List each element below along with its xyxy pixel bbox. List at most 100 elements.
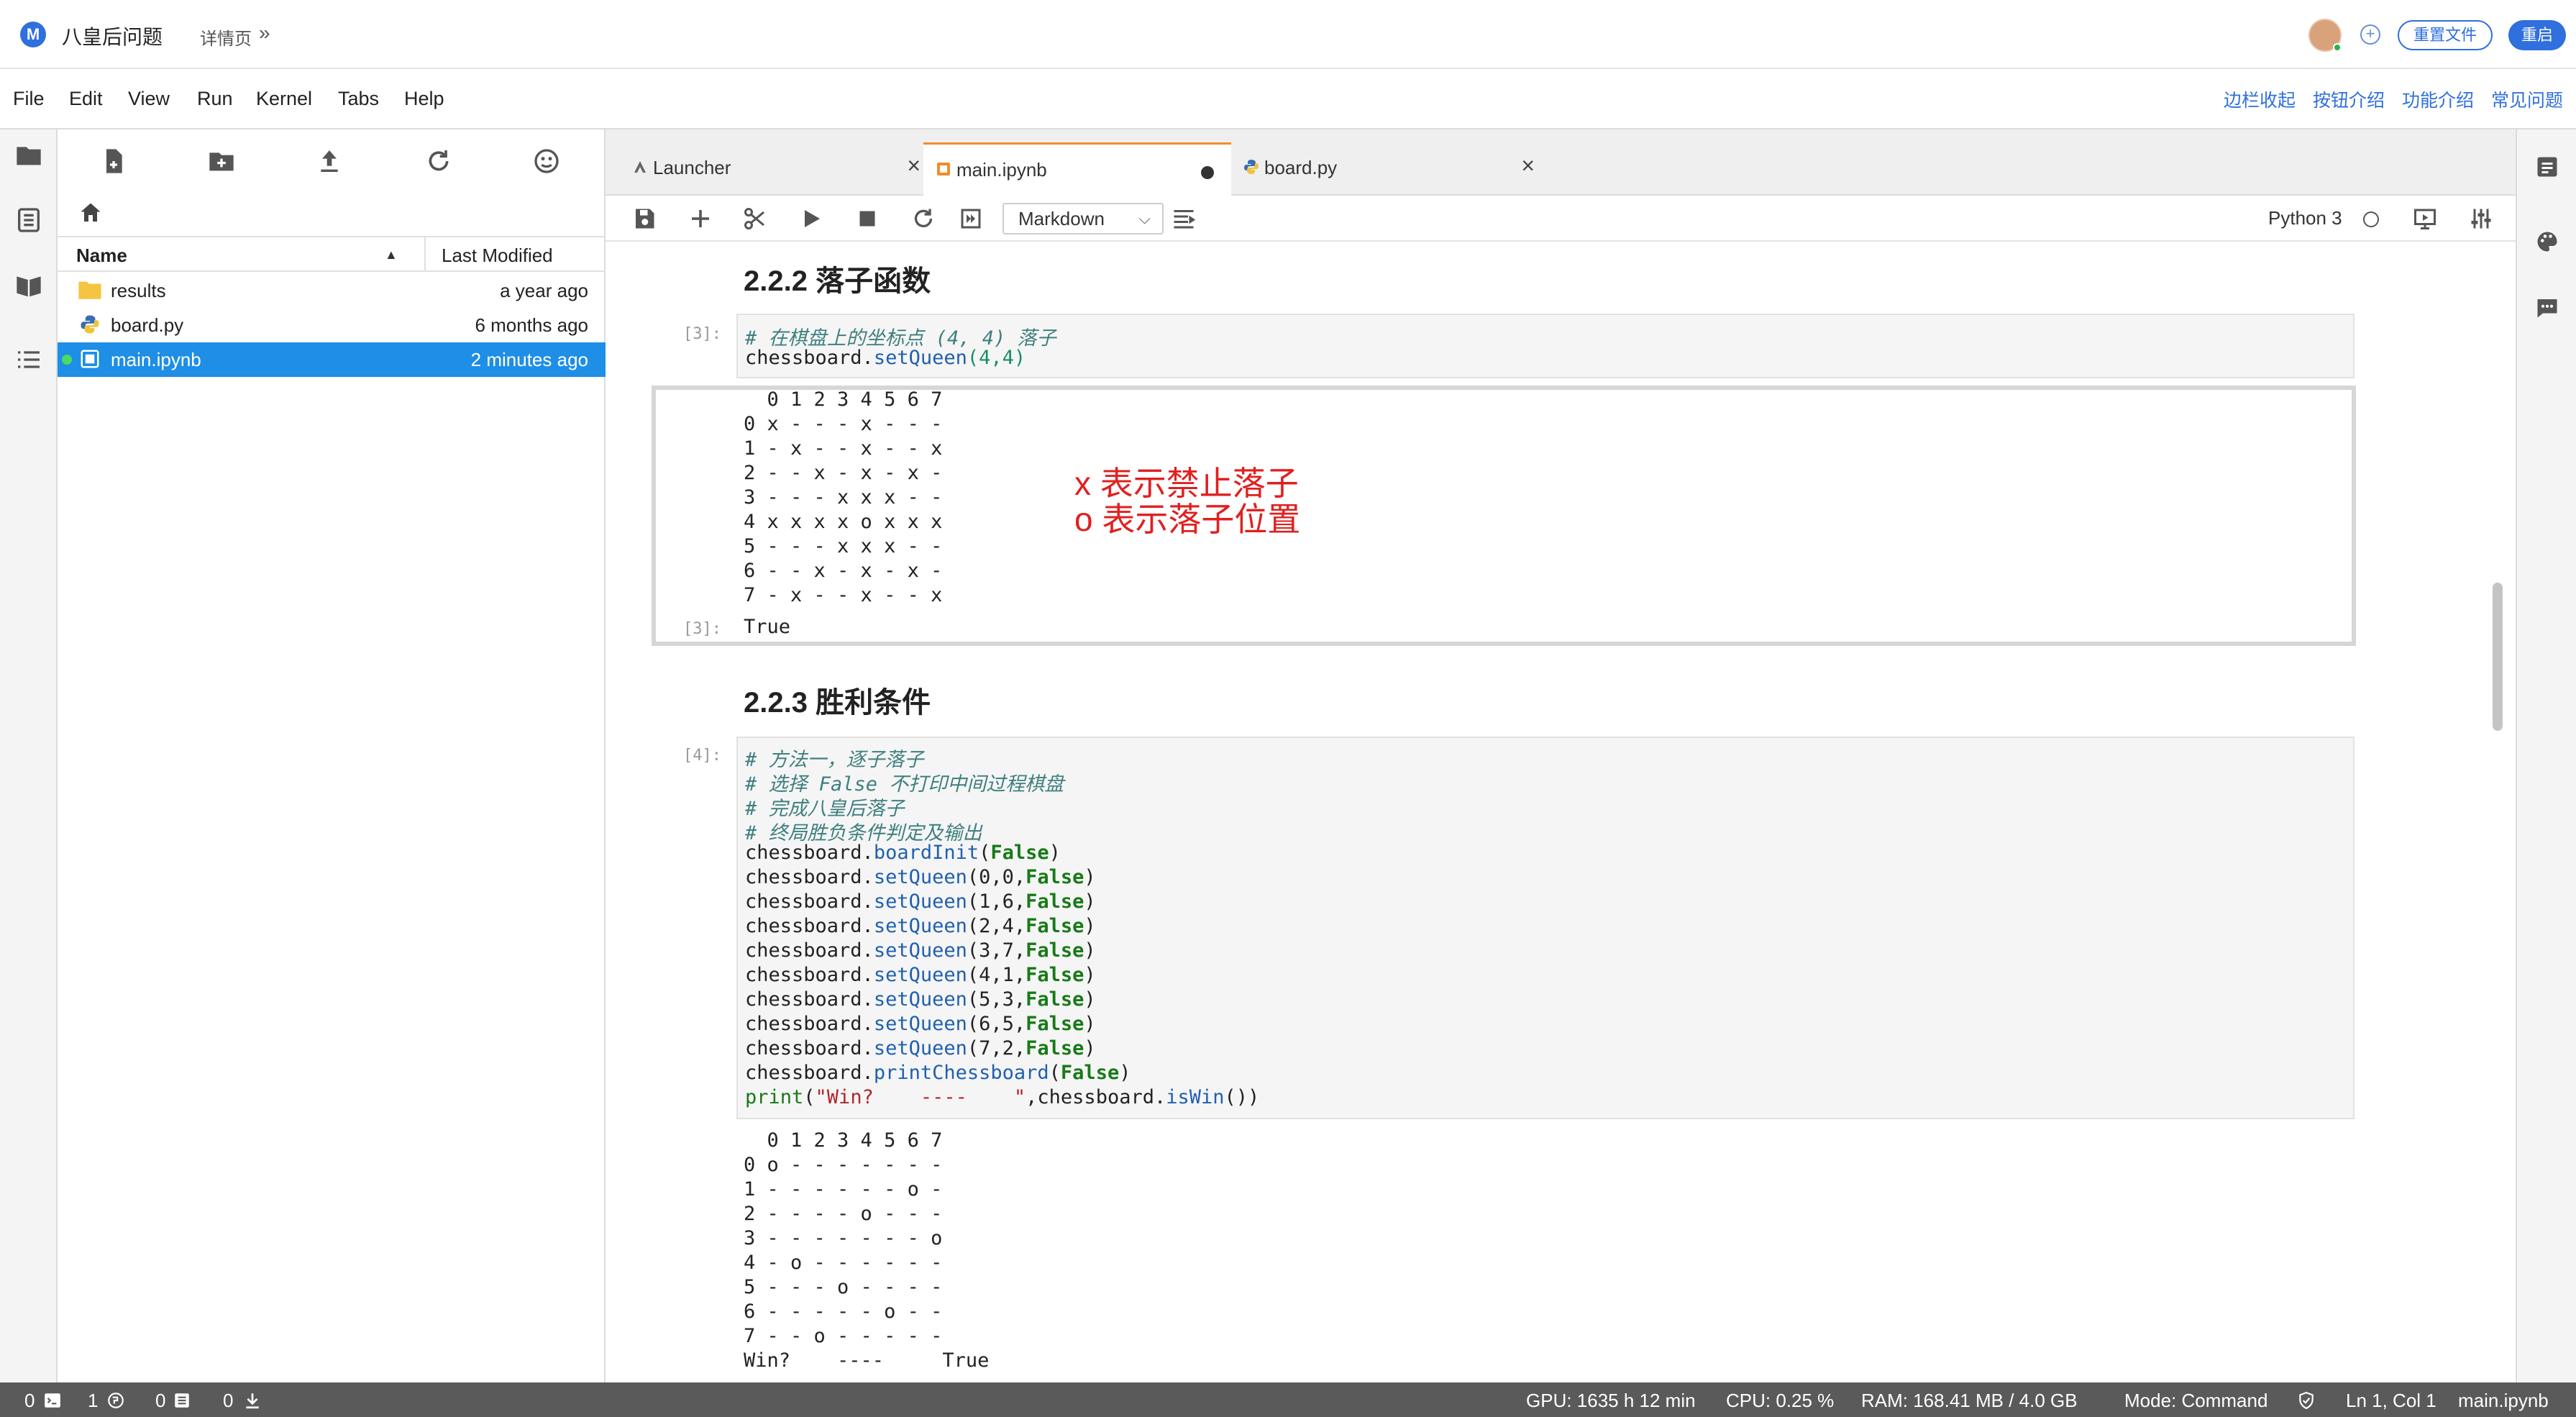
feature-intro-link[interactable]: 功能介绍 <box>2402 86 2474 112</box>
code-line: chessboard.printChessboard(False) <box>745 1062 1131 1084</box>
launcher-icon <box>634 161 646 173</box>
cell-type-select[interactable]: Markdown ⌵ <box>1002 203 1164 234</box>
run-icon[interactable] <box>798 206 824 232</box>
ram-usage: RAM: 168.41 MB / 4.0 GB <box>1861 1390 2078 1411</box>
kernel-icon[interactable] <box>106 1391 125 1410</box>
present-icon[interactable] <box>2412 206 2438 232</box>
restart-button[interactable]: 重启 <box>2508 20 2566 50</box>
file-modified: 6 months ago <box>475 314 588 336</box>
tab-bar: Launcher × main.ipynb board.py × <box>606 129 2516 196</box>
refresh-icon[interactable] <box>424 147 453 176</box>
close-icon[interactable]: × <box>1521 152 1535 179</box>
cut-icon[interactable] <box>742 206 768 232</box>
gpu-usage: GPU: 1635 h 12 min <box>1526 1390 1696 1411</box>
new-file-icon[interactable] <box>99 147 128 176</box>
scrollbar[interactable] <box>2493 583 2503 731</box>
menu-edit[interactable]: Edit <box>69 88 103 110</box>
restart-kernel-icon[interactable] <box>910 206 936 232</box>
code-cell-3[interactable]: # 在棋盘上的坐标点 (4, 4) 落子 chessboard.setQueen… <box>736 314 2355 378</box>
cursor-position: Ln 1, Col 1 <box>2346 1390 2436 1411</box>
code-line: chessboard.setQueen(7,2,False) <box>745 1037 1096 1060</box>
folder-icon <box>78 281 101 299</box>
section-heading: 2.2.3 胜利条件 <box>744 687 931 719</box>
win-result: Win? ---- True <box>744 1349 990 1372</box>
chevron-down-icon: ⌵ <box>1138 209 1151 227</box>
file-row-board-py[interactable]: board.py 6 months ago <box>58 308 606 342</box>
chevron-right-icon[interactable]: » <box>259 22 270 45</box>
close-icon[interactable]: × <box>907 152 921 179</box>
modified-column-header[interactable]: Last Modified <box>442 245 553 267</box>
python-file-icon <box>81 315 99 334</box>
running-icon[interactable] <box>14 206 43 234</box>
download-icon[interactable] <box>243 1391 262 1410</box>
settings-sliders-icon[interactable] <box>2468 206 2494 232</box>
kernel-name[interactable]: Python 3 <box>2268 207 2342 229</box>
plus-circle-icon[interactable]: + <box>2360 24 2380 45</box>
tab-board-py[interactable]: board.py × <box>1231 142 1548 196</box>
menu-file[interactable]: File <box>13 88 45 110</box>
stop-icon[interactable] <box>854 206 880 232</box>
code-line: chessboard.setQueen(3,7,False) <box>745 939 1096 962</box>
add-cell-icon[interactable] <box>688 206 713 232</box>
app-title: 八皇后问题 <box>62 26 163 48</box>
task-list-icon[interactable] <box>173 1391 191 1410</box>
git-icon[interactable] <box>532 147 561 176</box>
chat-icon[interactable] <box>2534 295 2560 321</box>
palette-icon[interactable] <box>2534 229 2560 255</box>
app-logo: M <box>20 22 46 47</box>
list-icon[interactable] <box>14 345 43 374</box>
code-cell-4[interactable]: # 方法一，逐子落子 # 选择 False 不打印中间过程棋盘 # 完成八皇后落… <box>736 737 2355 1119</box>
menu-kernel[interactable]: Kernel <box>256 88 312 110</box>
upload-icon[interactable] <box>315 147 344 176</box>
menu-tabs[interactable]: Tabs <box>338 88 379 110</box>
home-icon[interactable] <box>78 200 104 226</box>
shield-icon[interactable] <box>2297 1391 2316 1410</box>
save-icon[interactable] <box>631 206 657 232</box>
current-file: main.ipynb <box>2458 1390 2549 1411</box>
table-of-contents-icon[interactable] <box>1171 206 1197 232</box>
cell-type-value: Markdown <box>1018 208 1105 229</box>
code-line: chessboard.setQueen(4,1,False) <box>745 964 1096 986</box>
tab-label: Launcher <box>653 157 731 178</box>
code-line: chessboard.setQueen(5,3,False) <box>745 988 1096 1011</box>
running-indicator <box>62 355 72 365</box>
column-divider[interactable] <box>424 237 426 272</box>
code-line: chessboard.setQueen(0,0,False) <box>745 866 1096 888</box>
tab-main-ipynb[interactable]: main.ipynb <box>923 142 1231 196</box>
output-prompt: [3]: <box>683 620 721 638</box>
detail-page-link[interactable]: 详情页 <box>200 24 252 50</box>
faq-link[interactable]: 常见问题 <box>2491 86 2563 112</box>
book-icon[interactable] <box>14 270 43 299</box>
sort-up-icon[interactable]: ▲ <box>385 247 398 263</box>
name-column-header[interactable]: Name <box>76 245 127 267</box>
new-folder-icon[interactable] <box>207 147 236 176</box>
code-line: chessboard.setQueen(4,4) <box>745 347 1026 369</box>
tab-label: board.py <box>1264 157 1338 178</box>
cpu-usage: CPU: 0.25 % <box>1726 1390 1835 1411</box>
cell-prompt: [3]: <box>683 325 721 343</box>
code-line: chessboard.setQueen(2,4,False) <box>745 915 1096 937</box>
notebook-icon <box>937 163 950 176</box>
file-modified: a year ago <box>500 280 588 301</box>
property-inspector-icon[interactable] <box>2534 154 2560 180</box>
tab-launcher[interactable]: Launcher × <box>620 142 933 196</box>
menu-run[interactable]: Run <box>197 88 233 110</box>
button-intro-link[interactable]: 按钮介绍 <box>2313 86 2385 112</box>
file-row-main-ipynb[interactable]: main.ipynb 2 minutes ago <box>58 342 606 377</box>
file-row-results[interactable]: results a year ago <box>58 273 606 308</box>
right-sidebar <box>2516 129 2576 1382</box>
terminal-icon[interactable] <box>43 1391 62 1410</box>
unsaved-dot-icon[interactable] <box>1201 166 1214 179</box>
collapse-sidebar-link[interactable]: 边栏收起 <box>2224 86 2296 112</box>
code-line: chessboard.setQueen(6,5,False) <box>745 1013 1096 1035</box>
menu-view[interactable]: View <box>128 88 170 110</box>
editor-mode: Mode: Command <box>2124 1390 2268 1411</box>
notebook-file-icon <box>81 350 99 368</box>
notebook-panel[interactable]: 2.2.2 落子函数 [3]: # 在棋盘上的坐标点 (4, 4) 落子 che… <box>606 242 2516 1382</box>
folder-icon[interactable] <box>14 141 43 170</box>
menu-help[interactable]: Help <box>404 88 444 110</box>
output-result: True <box>744 616 791 638</box>
fast-forward-icon[interactable] <box>958 206 984 232</box>
reset-file-button[interactable]: 重置文件 <box>2398 20 2493 50</box>
activity-bar <box>0 129 58 1382</box>
